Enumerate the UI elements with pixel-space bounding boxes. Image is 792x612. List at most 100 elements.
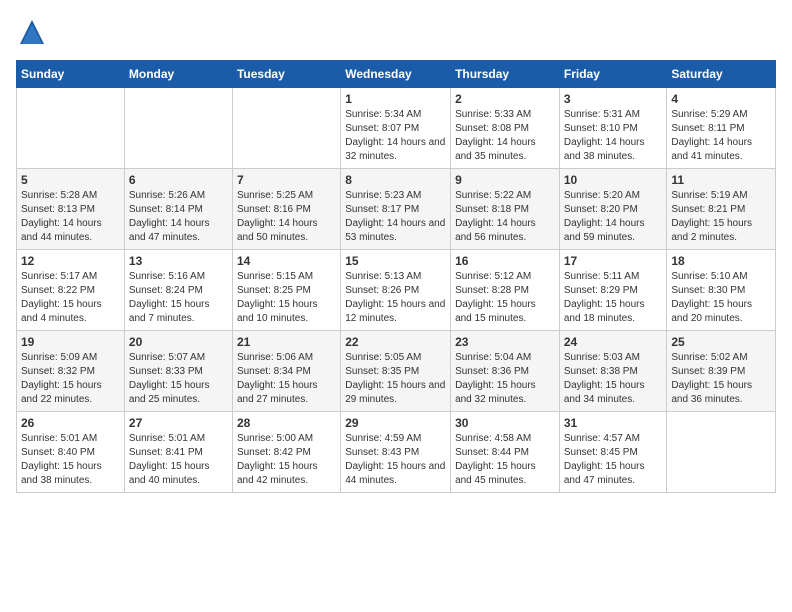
day-info: Sunrise: 5:12 AMSunset: 8:28 PMDaylight:…	[455, 270, 555, 326]
day-number: 6	[129, 173, 228, 187]
day-number: 20	[129, 335, 228, 349]
day-number: 19	[21, 335, 120, 349]
day-header-thursday: Thursday	[451, 61, 560, 88]
day-info: Sunrise: 5:20 AMSunset: 8:20 PMDaylight:…	[564, 189, 663, 245]
day-info: Sunrise: 5:26 AMSunset: 8:14 PMDaylight:…	[129, 189, 228, 245]
day-number: 31	[564, 416, 663, 430]
day-header-saturday: Saturday	[667, 61, 776, 88]
logo	[16, 16, 52, 48]
day-header-monday: Monday	[124, 61, 232, 88]
calendar-day-cell	[17, 88, 125, 169]
page-header	[16, 16, 776, 48]
day-info: Sunrise: 5:33 AMSunset: 8:08 PMDaylight:…	[455, 108, 555, 164]
calendar-day-cell: 12 Sunrise: 5:17 AMSunset: 8:22 PMDayligh…	[17, 250, 125, 331]
day-number: 3	[564, 92, 663, 106]
day-number: 27	[129, 416, 228, 430]
day-number: 30	[455, 416, 555, 430]
calendar-week-row: 12 Sunrise: 5:17 AMSunset: 8:22 PMDayligh…	[17, 250, 776, 331]
day-info: Sunrise: 5:25 AMSunset: 8:16 PMDaylight:…	[237, 189, 336, 245]
day-number: 10	[564, 173, 663, 187]
day-info: Sunrise: 5:04 AMSunset: 8:36 PMDaylight:…	[455, 351, 555, 407]
day-number: 9	[455, 173, 555, 187]
day-info: Sunrise: 5:01 AMSunset: 8:41 PMDaylight:…	[129, 432, 228, 488]
calendar-day-cell: 31 Sunrise: 4:57 AMSunset: 8:45 PMDayligh…	[559, 412, 667, 493]
day-header-wednesday: Wednesday	[341, 61, 451, 88]
day-info: Sunrise: 5:15 AMSunset: 8:25 PMDaylight:…	[237, 270, 336, 326]
calendar-day-cell: 1 Sunrise: 5:34 AMSunset: 8:07 PMDaylight…	[341, 88, 451, 169]
day-number: 1	[345, 92, 446, 106]
day-info: Sunrise: 5:19 AMSunset: 8:21 PMDaylight:…	[671, 189, 771, 245]
day-number: 16	[455, 254, 555, 268]
day-number: 18	[671, 254, 771, 268]
day-info: Sunrise: 5:28 AMSunset: 8:13 PMDaylight:…	[21, 189, 120, 245]
day-number: 11	[671, 173, 771, 187]
calendar-day-cell: 11 Sunrise: 5:19 AMSunset: 8:21 PMDayligh…	[667, 169, 776, 250]
day-info: Sunrise: 5:09 AMSunset: 8:32 PMDaylight:…	[21, 351, 120, 407]
day-number: 28	[237, 416, 336, 430]
day-info: Sunrise: 5:34 AMSunset: 8:07 PMDaylight:…	[345, 108, 446, 164]
calendar-day-cell: 6 Sunrise: 5:26 AMSunset: 8:14 PMDaylight…	[124, 169, 232, 250]
calendar-day-cell: 28 Sunrise: 5:00 AMSunset: 8:42 PMDayligh…	[232, 412, 340, 493]
day-number: 13	[129, 254, 228, 268]
day-info: Sunrise: 5:03 AMSunset: 8:38 PMDaylight:…	[564, 351, 663, 407]
day-number: 17	[564, 254, 663, 268]
calendar-day-cell: 3 Sunrise: 5:31 AMSunset: 8:10 PMDaylight…	[559, 88, 667, 169]
day-number: 2	[455, 92, 555, 106]
day-number: 24	[564, 335, 663, 349]
calendar-day-cell: 17 Sunrise: 5:11 AMSunset: 8:29 PMDayligh…	[559, 250, 667, 331]
calendar-day-cell: 13 Sunrise: 5:16 AMSunset: 8:24 PMDayligh…	[124, 250, 232, 331]
calendar-day-cell: 20 Sunrise: 5:07 AMSunset: 8:33 PMDayligh…	[124, 331, 232, 412]
day-header-friday: Friday	[559, 61, 667, 88]
calendar-week-row: 19 Sunrise: 5:09 AMSunset: 8:32 PMDayligh…	[17, 331, 776, 412]
calendar-day-cell: 9 Sunrise: 5:22 AMSunset: 8:18 PMDaylight…	[451, 169, 560, 250]
day-info: Sunrise: 5:00 AMSunset: 8:42 PMDaylight:…	[237, 432, 336, 488]
calendar-day-cell: 21Sunrise: 5:06 AMSunset: 8:34 PMDayligh…	[232, 331, 340, 412]
day-info: Sunrise: 4:59 AMSunset: 8:43 PMDaylight:…	[345, 432, 446, 488]
day-number: 12	[21, 254, 120, 268]
day-info: Sunrise: 5:31 AMSunset: 8:10 PMDaylight:…	[564, 108, 663, 164]
day-number: 14	[237, 254, 336, 268]
calendar-day-cell: 22 Sunrise: 5:05 AMSunset: 8:35 PMDayligh…	[341, 331, 451, 412]
calendar-day-cell: 26 Sunrise: 5:01 AMSunset: 8:40 PMDayligh…	[17, 412, 125, 493]
day-header-tuesday: Tuesday	[232, 61, 340, 88]
day-number: 4	[671, 92, 771, 106]
calendar-day-cell: 25Sunrise: 5:02 AMSunset: 8:39 PMDayligh…	[667, 331, 776, 412]
day-number: 22	[345, 335, 446, 349]
calendar-day-cell: 15Sunrise: 5:13 AMSunset: 8:26 PMDayligh…	[341, 250, 451, 331]
calendar-header-row: SundayMondayTuesdayWednesdayThursdayFrid…	[17, 61, 776, 88]
calendar-day-cell: 29 Sunrise: 4:59 AMSunset: 8:43 PMDayligh…	[341, 412, 451, 493]
calendar-day-cell: 19 Sunrise: 5:09 AMSunset: 8:32 PMDayligh…	[17, 331, 125, 412]
day-info: Sunrise: 5:17 AMSunset: 8:22 PMDaylight:…	[21, 270, 120, 326]
day-info: Sunrise: 5:01 AMSunset: 8:40 PMDaylight:…	[21, 432, 120, 488]
calendar-day-cell	[124, 88, 232, 169]
day-number: 26	[21, 416, 120, 430]
day-number: 23	[455, 335, 555, 349]
day-info: Sunrise: 5:05 AMSunset: 8:35 PMDaylight:…	[345, 351, 446, 407]
day-number: 29	[345, 416, 446, 430]
logo-icon	[16, 16, 48, 48]
day-info: Sunrise: 5:16 AMSunset: 8:24 PMDaylight:…	[129, 270, 228, 326]
day-info: Sunrise: 5:07 AMSunset: 8:33 PMDaylight:…	[129, 351, 228, 407]
day-info: Sunrise: 5:22 AMSunset: 8:18 PMDaylight:…	[455, 189, 555, 245]
calendar-week-row: 5 Sunrise: 5:28 AMSunset: 8:13 PMDaylight…	[17, 169, 776, 250]
day-info: Sunrise: 4:57 AMSunset: 8:45 PMDaylight:…	[564, 432, 663, 488]
calendar-day-cell: 16 Sunrise: 5:12 AMSunset: 8:28 PMDayligh…	[451, 250, 560, 331]
calendar-day-cell: 18 Sunrise: 5:10 AMSunset: 8:30 PMDayligh…	[667, 250, 776, 331]
calendar-day-cell: 5 Sunrise: 5:28 AMSunset: 8:13 PMDaylight…	[17, 169, 125, 250]
calendar-day-cell: 23 Sunrise: 5:04 AMSunset: 8:36 PMDayligh…	[451, 331, 560, 412]
calendar-day-cell	[667, 412, 776, 493]
calendar-week-row: 26 Sunrise: 5:01 AMSunset: 8:40 PMDayligh…	[17, 412, 776, 493]
calendar-day-cell: 24 Sunrise: 5:03 AMSunset: 8:38 PMDayligh…	[559, 331, 667, 412]
day-number: 25	[671, 335, 771, 349]
day-info: Sunrise: 4:58 AMSunset: 8:44 PMDaylight:…	[455, 432, 555, 488]
calendar-day-cell: 27 Sunrise: 5:01 AMSunset: 8:41 PMDayligh…	[124, 412, 232, 493]
day-info: Sunrise: 5:29 AMSunset: 8:11 PMDaylight:…	[671, 108, 771, 164]
day-info: Sunrise: 5:10 AMSunset: 8:30 PMDaylight:…	[671, 270, 771, 326]
day-number: 8	[345, 173, 446, 187]
calendar-day-cell: 4 Sunrise: 5:29 AMSunset: 8:11 PMDaylight…	[667, 88, 776, 169]
day-number: 5	[21, 173, 120, 187]
day-info: Sunrise: 5:11 AMSunset: 8:29 PMDaylight:…	[564, 270, 663, 326]
calendar-day-cell: 14 Sunrise: 5:15 AMSunset: 8:25 PMDayligh…	[232, 250, 340, 331]
day-info: Sunrise: 5:13 AMSunset: 8:26 PMDaylight:…	[345, 270, 446, 326]
calendar-day-cell	[232, 88, 340, 169]
